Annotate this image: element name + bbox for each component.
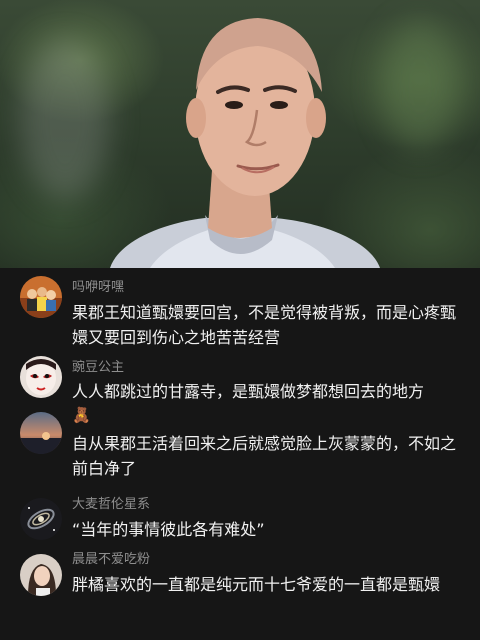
galaxy-avatar[interactable] <box>20 498 62 540</box>
comment-text: “当年的事情彼此各有难处” <box>72 520 265 539</box>
comment-list: 吗咿呀嘿 果郡王知道甄嬛要回宫，不是觉得被背叛，而是心疼甄嬛又要回到伤心之地苦苦… <box>0 268 480 640</box>
person-image <box>110 18 380 268</box>
comment-username[interactable]: 晨晨不爱吃粉 <box>72 548 150 567</box>
comment-text: 果郡王知道甄嬛要回宫，不是觉得被背叛，而是心疼甄嬛又要回到伤心之地苦苦经营 <box>72 303 457 347</box>
comment-username[interactable]: 吗咿呀嘿 <box>72 276 124 295</box>
comment-text: 人人都跳过的甘露寺，是甄嬛做梦都想回去的地方 <box>72 382 425 401</box>
comment-username[interactable]: 豌豆公主 <box>72 356 124 375</box>
sunset-avatar[interactable] <box>20 412 62 454</box>
comment-username[interactable]: 大麦哲伦星系 <box>72 493 150 512</box>
video-frame[interactable] <box>0 0 480 268</box>
comment-text: 胖橘喜欢的一直都是纯元而十七爷爱的一直都是甄嬛 <box>72 575 441 594</box>
group-photo-avatar[interactable] <box>20 276 62 318</box>
portrait-avatar[interactable] <box>20 554 62 596</box>
comment-text: 自从果郡王活着回来之后就感觉脸上灰蒙蒙的，不如之前白净了 <box>72 434 457 478</box>
bear-emoji: 🧸 <box>72 406 91 424</box>
opera-mask-avatar[interactable] <box>20 356 62 398</box>
